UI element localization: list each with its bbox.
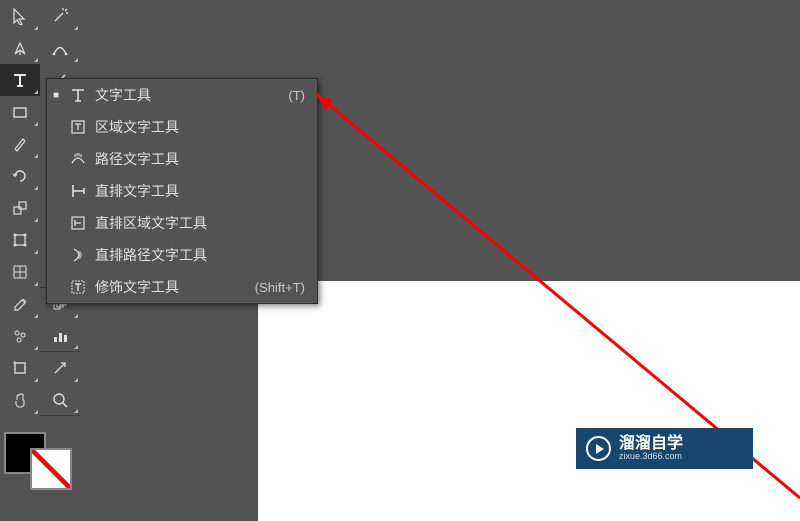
tool-eyedropper[interactable] <box>0 288 40 320</box>
vertical-path-type-icon <box>65 247 91 263</box>
flyout-item-vertical-path-type[interactable]: 直排路径文字工具 <box>47 239 317 271</box>
watermark: 溜溜自学 zixue.3d66.com <box>576 428 753 469</box>
tool-symbol-sprayer[interactable] <box>0 320 40 352</box>
touch-type-icon <box>65 279 91 295</box>
tool-column-graph[interactable] <box>40 320 80 352</box>
flyout-label: 路径文字工具 <box>91 149 305 169</box>
flyout-item-type[interactable]: ■ 文字工具 (T) <box>47 79 317 111</box>
color-swatches[interactable] <box>2 430 74 482</box>
tool-artboard[interactable] <box>0 352 40 384</box>
tool-scale[interactable] <box>0 192 40 224</box>
tool-pen[interactable] <box>0 32 40 64</box>
watermark-title: 溜溜自学 <box>619 435 683 453</box>
type-tool-flyout: ■ 文字工具 (T) 区域文字工具 路径文字工具 直排文字工具 直排区域文字工具… <box>46 78 318 304</box>
stroke-swatch[interactable] <box>30 448 72 490</box>
path-type-icon <box>65 151 91 167</box>
type-icon <box>65 87 91 103</box>
flyout-item-touch-type[interactable]: 修饰文字工具 (Shift+T) <box>47 271 317 303</box>
flyout-label: 修饰文字工具 <box>91 277 255 297</box>
flyout-item-vertical-type[interactable]: 直排文字工具 <box>47 175 317 207</box>
tool-type[interactable] <box>0 64 40 96</box>
flyout-shortcut: (Shift+T) <box>255 280 305 295</box>
selected-mark-icon: ■ <box>47 90 65 101</box>
vertical-area-type-icon <box>65 215 91 231</box>
tool-rotate[interactable] <box>0 160 40 192</box>
canvas[interactable] <box>258 281 800 521</box>
flyout-label: 直排路径文字工具 <box>91 245 305 265</box>
flyout-label: 文字工具 <box>91 85 288 105</box>
area-type-icon <box>65 119 91 135</box>
tool-paintbrush[interactable] <box>0 128 40 160</box>
flyout-item-path-type[interactable]: 路径文字工具 <box>47 143 317 175</box>
tool-zoom[interactable] <box>40 384 80 416</box>
tool-free-transform[interactable] <box>0 224 40 256</box>
vertical-type-icon <box>65 183 91 199</box>
flyout-item-area-type[interactable]: 区域文字工具 <box>47 111 317 143</box>
tool-direct-selection[interactable] <box>0 0 40 32</box>
flyout-label: 直排文字工具 <box>91 181 305 201</box>
flyout-shortcut: (T) <box>288 88 305 103</box>
tool-magic-wand[interactable] <box>40 0 80 32</box>
tool-rectangle[interactable] <box>0 96 40 128</box>
tool-curvature[interactable] <box>40 32 80 64</box>
watermark-url: zixue.3d66.com <box>619 452 683 462</box>
flyout-item-vertical-area-type[interactable]: 直排区域文字工具 <box>47 207 317 239</box>
flyout-label: 直排区域文字工具 <box>91 213 305 233</box>
flyout-label: 区域文字工具 <box>91 117 305 137</box>
tool-slice[interactable] <box>40 352 80 384</box>
tool-mesh[interactable] <box>0 256 40 288</box>
tool-hand[interactable] <box>0 384 40 416</box>
play-icon <box>586 436 611 461</box>
